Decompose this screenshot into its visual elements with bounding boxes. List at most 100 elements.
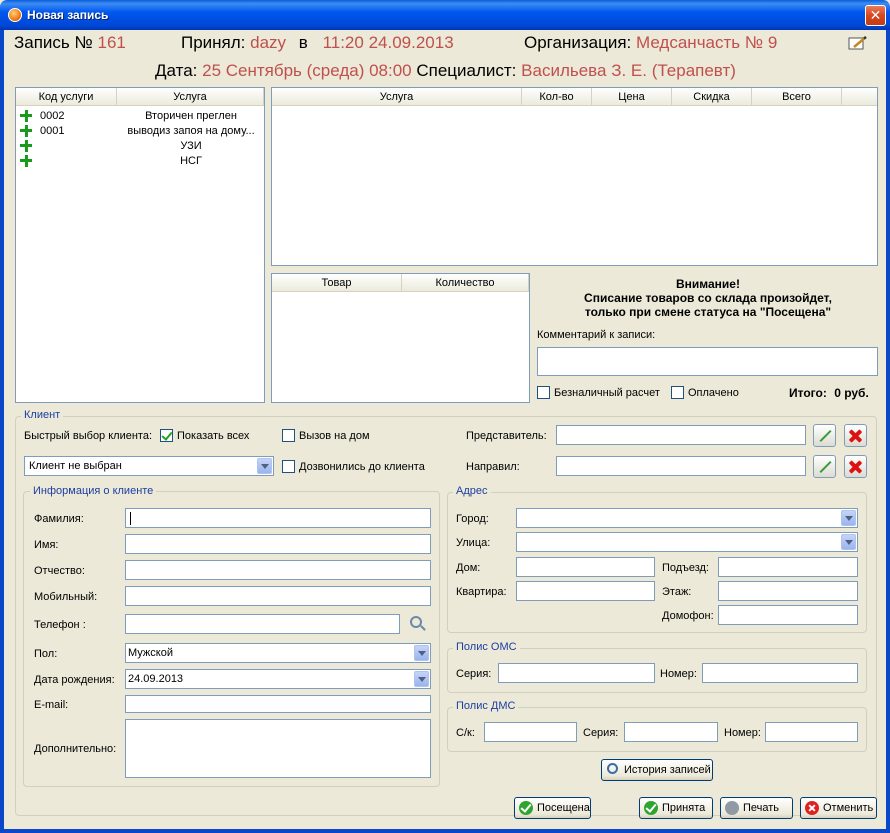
- city-label: Город:: [456, 513, 489, 525]
- client-group-title: Клиент: [21, 409, 64, 421]
- services-grid[interactable]: Код услуги Услуга 0002 Вторичен преглен …: [15, 87, 265, 403]
- gender-select[interactable]: Мужской: [125, 643, 431, 663]
- referred-label: Направил:: [466, 461, 520, 473]
- add-service-icon[interactable]: [20, 155, 32, 167]
- add-service-icon[interactable]: [20, 110, 32, 122]
- edit-organization-icon[interactable]: [848, 35, 868, 51]
- show-all-label: Показать всех: [177, 430, 250, 442]
- dms-sk-label: С/к:: [456, 727, 475, 739]
- col-goods[interactable]: Товар: [272, 274, 402, 292]
- selected-services-grid[interactable]: Услуга Кол-во Цена Скидка Всего: [271, 87, 878, 266]
- intercom-input[interactable]: [718, 605, 858, 625]
- add-service-icon[interactable]: [20, 140, 32, 152]
- oms-number-input[interactable]: [702, 663, 858, 683]
- edit-representative-button[interactable]: [813, 424, 836, 447]
- extra-textarea[interactable]: [125, 719, 431, 778]
- clear-referred-button[interactable]: [844, 455, 867, 478]
- floor-input[interactable]: [718, 581, 858, 601]
- print-button[interactable]: Печать: [720, 797, 793, 819]
- col-price[interactable]: Цена: [592, 88, 672, 106]
- accepted-time: 11:20 24.09.2013: [322, 33, 454, 52]
- gender-value: Мужской: [128, 647, 173, 659]
- patronymic-input[interactable]: [125, 560, 431, 580]
- col-service-code[interactable]: Код услуги: [16, 88, 117, 106]
- window-frame-left: [0, 30, 4, 833]
- home-call-checkbox[interactable]: [282, 429, 295, 442]
- dms-series-input[interactable]: [624, 722, 718, 742]
- street-select[interactable]: [516, 532, 858, 552]
- search-icon[interactable]: [410, 616, 422, 628]
- org-label: Организация:: [524, 33, 632, 52]
- dms-number-input[interactable]: [765, 722, 858, 742]
- col-service-name[interactable]: Услуга: [117, 88, 264, 106]
- name-label: Имя:: [34, 539, 59, 551]
- representative-input[interactable]: [556, 425, 806, 445]
- show-all-checkbox[interactable]: [160, 429, 173, 442]
- dms-series-label: Серия:: [583, 727, 619, 739]
- comment-label: Комментарий к записи:: [537, 329, 656, 341]
- close-button[interactable]: ✕: [865, 5, 886, 26]
- flat-input[interactable]: [516, 581, 655, 601]
- service-code: 0002: [40, 110, 65, 122]
- chevron-down-icon[interactable]: [414, 671, 429, 687]
- col-total[interactable]: Всего: [752, 88, 842, 106]
- client-info-title: Информация о клиенте: [30, 485, 157, 497]
- search-icon: [607, 763, 618, 774]
- cashless-checkbox[interactable]: [537, 386, 550, 399]
- col-service[interactable]: Услуга: [272, 88, 522, 106]
- add-service-icon[interactable]: [20, 125, 32, 137]
- table-row[interactable]: УЗИ: [18, 139, 264, 154]
- goods-grid[interactable]: Товар Количество: [271, 273, 530, 403]
- title-bar[interactable]: Новая запись ✕: [0, 0, 890, 30]
- clear-representative-button[interactable]: [844, 424, 867, 447]
- flat-label: Квартира:: [456, 586, 507, 598]
- window-frame-right: [886, 30, 890, 833]
- date-label: Дата:: [155, 61, 198, 80]
- email-input[interactable]: [125, 695, 431, 713]
- house-input[interactable]: [516, 557, 655, 577]
- printer-icon: [725, 801, 739, 815]
- table-row[interactable]: 0001 выводиз запоя на дому...: [18, 124, 264, 139]
- accepted-button[interactable]: Принята: [639, 797, 713, 819]
- at-label: в: [298, 33, 308, 52]
- chevron-down-icon[interactable]: [257, 458, 272, 474]
- service-name: выводиз запоя на дому...: [127, 125, 255, 137]
- history-button[interactable]: История записей: [601, 759, 713, 781]
- surname-input[interactable]: [125, 508, 431, 528]
- city-select[interactable]: [516, 508, 858, 528]
- table-row[interactable]: НСГ: [18, 154, 264, 169]
- chevron-down-icon[interactable]: [414, 645, 429, 661]
- print-button-label: Печать: [743, 802, 780, 814]
- birth-label: Дата рождения:: [34, 674, 115, 686]
- comment-input[interactable]: [537, 347, 878, 376]
- col-discount[interactable]: Скидка: [672, 88, 752, 106]
- chevron-down-icon[interactable]: [841, 510, 856, 526]
- chevron-down-icon[interactable]: [841, 534, 856, 550]
- name-input[interactable]: [125, 534, 431, 554]
- phone-input[interactable]: [125, 614, 400, 634]
- col-goods-quantity[interactable]: Количество: [402, 274, 529, 292]
- birth-value: 24.09.2013: [128, 673, 184, 685]
- oms-number-label: Номер:: [660, 668, 697, 680]
- date-specialist-line: Дата: 25 Сентябрь (среда) 08:00 Специали…: [155, 61, 736, 81]
- dms-sk-input[interactable]: [484, 722, 577, 742]
- edit-referred-button[interactable]: [813, 455, 836, 478]
- client-select[interactable]: Клиент не выбран: [24, 456, 274, 476]
- mobile-input[interactable]: [125, 586, 431, 606]
- email-label: E-mail:: [34, 699, 69, 711]
- service-name: Вторичен преглен: [145, 110, 237, 122]
- birth-date-picker[interactable]: 24.09.2013: [125, 669, 431, 689]
- accepted-button-label: Принята: [662, 802, 706, 814]
- service-name: УЗИ: [180, 140, 202, 152]
- cancel-button[interactable]: Отменить: [800, 797, 877, 819]
- surname-label: Фамилия:: [34, 513, 84, 525]
- table-row[interactable]: 0002 Вторичен преглен: [18, 109, 264, 124]
- called-checkbox[interactable]: [282, 460, 295, 473]
- col-quantity[interactable]: Кол-во: [522, 88, 592, 106]
- referred-input[interactable]: [556, 456, 806, 476]
- visited-button[interactable]: Посещена: [514, 797, 591, 819]
- stock-notice: Внимание! Списание товаров со склада про…: [540, 277, 876, 319]
- oms-series-input[interactable]: [498, 663, 655, 683]
- entrance-input[interactable]: [718, 557, 858, 577]
- paid-checkbox[interactable]: [671, 386, 684, 399]
